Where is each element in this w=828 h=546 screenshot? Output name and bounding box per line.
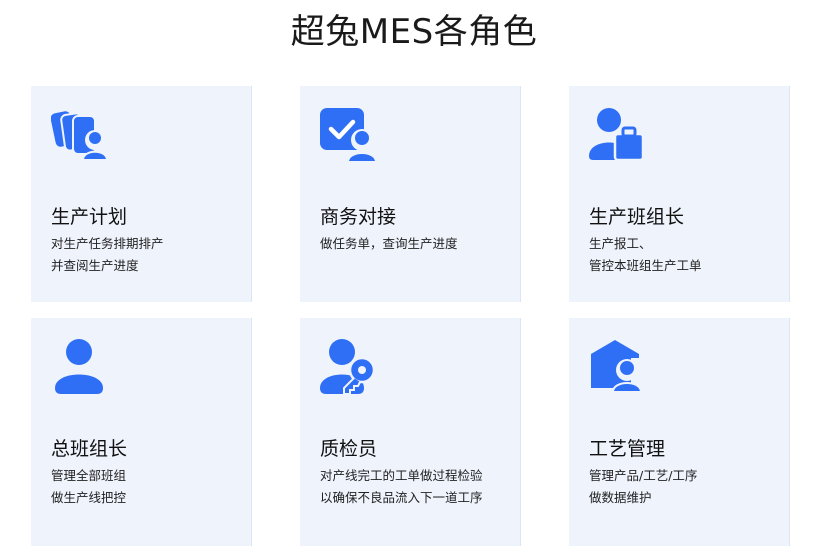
role-description: 生产报工、 管控本班组生产工单 [589,236,702,273]
role-card-inspector[interactable]: 质检员 对产线完工的工单做过程检验 以确保不良品流入下一道工序 [300,318,521,546]
user-icon [51,338,109,396]
role-card-chief-leader[interactable]: 总班组长 管理全部班组 做生产线把控 [31,318,252,546]
role-title: 商务对接 [320,206,397,228]
role-title: 生产班组长 [589,206,685,228]
role-description: 对生产任务排期排产 并查阅生产进度 [51,236,164,273]
role-title: 工艺管理 [589,438,666,460]
role-description: 管理产品/工艺/工序 做数据维护 [589,468,698,505]
role-card-process-mgmt[interactable]: 工艺管理 管理产品/工艺/工序 做数据维护 [569,318,790,546]
role-title: 生产计划 [51,206,128,228]
page-title: 超兔MES各角色 [290,12,538,52]
role-title: 总班组长 [51,438,128,460]
role-description: 管理全部班组 做生产线把控 [51,468,127,505]
people-stack-icon [50,106,109,164]
role-description: 对产线完工的工单做过程检验 以确保不良品流入下一道工序 [320,468,483,505]
task-check-user-icon [320,106,378,164]
user-key-icon [320,338,378,396]
house-user-icon [589,338,647,396]
role-title: 质检员 [320,438,378,460]
role-card-team-leader[interactable]: 生产班组长 生产报工、 管控本班组生产工单 [569,86,790,302]
role-card-production-plan[interactable]: 生产计划 对生产任务排期排产 并查阅生产进度 [31,86,252,302]
role-description: 做任务单，查询生产进度 [320,236,458,251]
user-briefcase-icon [589,106,647,164]
role-card-business[interactable]: 商务对接 做任务单，查询生产进度 [300,86,521,302]
